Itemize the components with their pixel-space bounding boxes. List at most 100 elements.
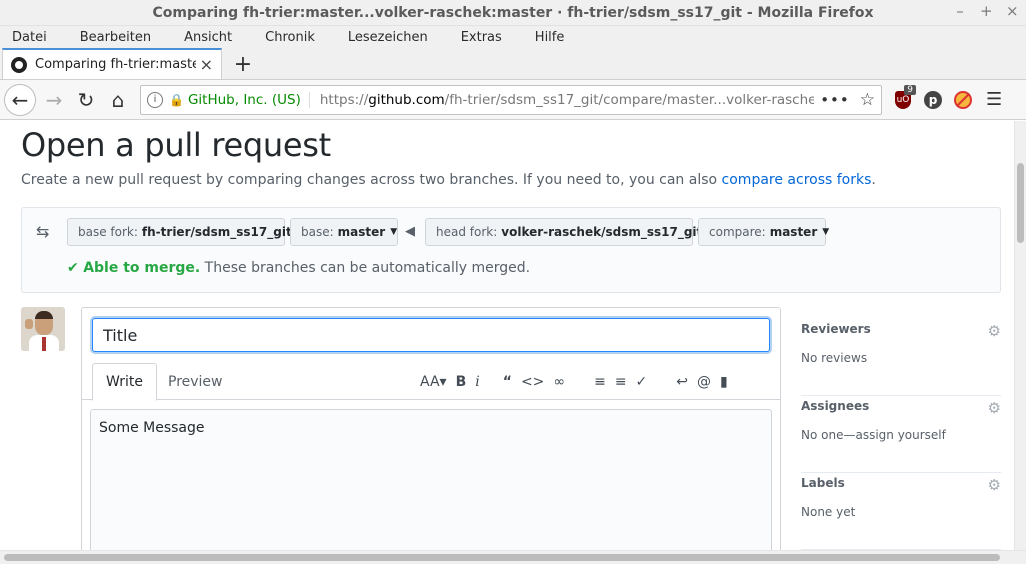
reply-icon[interactable]: ↩: [676, 374, 688, 390]
avatar-hand: [25, 319, 33, 329]
forward-button[interactable]: →: [38, 84, 70, 116]
ordered-list-icon[interactable]: ≡: [615, 374, 627, 390]
close-window-button[interactable]: ×: [1006, 2, 1019, 20]
compare-label: compare:: [709, 225, 766, 239]
base-fork-label: base fork:: [78, 225, 138, 239]
tab-strip: Comparing fh-trier:master... × +: [0, 48, 1026, 80]
head-fork-select[interactable]: head fork:volker-raschek/sdsm_ss17_git▼: [425, 218, 714, 246]
url-prefix: https://: [319, 91, 369, 108]
base-fork-select[interactable]: base fork:fh-trier/sdsm_ss17_git▼: [67, 218, 304, 246]
ublock-badge: 9: [904, 84, 916, 95]
code-icon[interactable]: <>: [521, 374, 544, 390]
menu-chronik[interactable]: Chronik: [259, 30, 321, 45]
title-input[interactable]: [92, 318, 770, 352]
hamburger-menu-icon[interactable]: ☰: [986, 89, 1002, 110]
bold-icon[interactable]: B: [456, 374, 467, 390]
bookmark-icon[interactable]: ▮: [720, 374, 728, 390]
assignees-value[interactable]: No one—assign yourself: [801, 428, 946, 442]
compare-branch-select[interactable]: compare: master ▼: [698, 218, 830, 246]
minimize-button[interactable]: –: [954, 2, 966, 20]
vertical-scrollbar[interactable]: [1014, 121, 1026, 550]
caret-down-icon: ▼: [822, 227, 830, 237]
home-button[interactable]: ⌂: [102, 84, 134, 116]
task-list-icon[interactable]: ✓: [636, 374, 648, 390]
horizontal-scroll-thumb[interactable]: [4, 554, 1000, 561]
compare-across-forks-link[interactable]: compare across forks: [722, 172, 872, 188]
reload-button[interactable]: ↻: [70, 84, 102, 116]
message-textarea[interactable]: Some Message: [90, 409, 772, 550]
assignees-header[interactable]: Assignees: [801, 399, 869, 413]
horizontal-scrollbar[interactable]: [0, 550, 1026, 564]
ublock-extension[interactable]: uO 9: [888, 84, 918, 115]
vertical-scroll-thumb[interactable]: [1017, 163, 1024, 243]
avatar-hair: [35, 311, 53, 319]
github-icon: [11, 56, 27, 73]
address-bar[interactable]: i 🔒 GitHub, Inc. (US) https://github.com…: [140, 84, 882, 115]
check-icon: ✔: [67, 260, 79, 276]
merge-description: These branches can be automatically merg…: [200, 260, 531, 276]
italic-icon[interactable]: i: [475, 374, 479, 390]
base-value: master: [337, 225, 386, 239]
pr-sidebar: Reviewers ⚙ No reviews Assignees ⚙ No on…: [801, 319, 1001, 550]
link-icon[interactable]: ∞: [553, 374, 565, 390]
back-button[interactable]: ←: [4, 83, 36, 116]
arrow-left-icon: ◀: [405, 224, 415, 239]
git-compare-icon: ⇆: [36, 222, 50, 241]
merge-status: ✔ Able to merge. These branches can be a…: [67, 260, 530, 276]
pocket-extension[interactable]: p: [918, 85, 948, 115]
url-text[interactable]: https://github.com/fh-trier/sdsm_ss17_gi…: [320, 92, 814, 108]
noscript-icon: [954, 90, 972, 109]
window-controls: – + ×: [954, 2, 1018, 20]
url-domain: github.com: [368, 91, 445, 108]
maximize-button[interactable]: +: [980, 2, 993, 20]
menu-lesezeichen[interactable]: Lesezeichen: [342, 30, 434, 45]
range-editor: ⇆ base fork:fh-trier/sdsm_ss17_git▼ base…: [21, 207, 1001, 293]
pull-request-form: Write Preview AA▾ B i “ <> ∞ ≡ ≡ ✓ ↩ @ ▮…: [81, 307, 781, 550]
head-fork-value: volker-raschek/sdsm_ss17_git: [501, 225, 703, 239]
avatar[interactable]: [21, 307, 65, 351]
labels-value: None yet: [801, 505, 856, 519]
lock-icon: 🔒: [169, 92, 184, 107]
page-subtitle: Create a new pull request by comparing c…: [21, 172, 876, 188]
site-identity[interactable]: GitHub, Inc. (US): [188, 91, 310, 108]
reviewers-value: No reviews: [801, 351, 868, 365]
pocket-icon: p: [924, 90, 942, 109]
base-label: base:: [301, 225, 334, 239]
sidebar-assignees: Assignees ⚙ No one—assign yourself: [801, 396, 1001, 473]
close-tab-icon[interactable]: ×: [200, 55, 213, 74]
page-actions-icon[interactable]: •••: [820, 91, 850, 109]
noscript-extension[interactable]: [948, 85, 978, 115]
base-branch-select[interactable]: base: master ▼: [290, 218, 398, 246]
url-path: /fh-trier/sdsm_ss17_git/compare/master..…: [444, 91, 815, 108]
sidebar-labels: Labels ⚙ None yet: [801, 473, 1001, 550]
compare-value: master: [769, 225, 818, 239]
labels-header[interactable]: Labels: [801, 476, 845, 490]
tab-preview[interactable]: Preview: [168, 363, 223, 400]
bookmark-star-icon[interactable]: ☆: [860, 90, 875, 110]
window-titlebar: Comparing fh-trier:master...volker-rasch…: [0, 0, 1026, 26]
gear-icon[interactable]: ⚙: [988, 322, 1001, 340]
browser-tab[interactable]: Comparing fh-trier:master... ×: [2, 48, 222, 79]
tab-title: Comparing fh-trier:master...: [35, 57, 196, 72]
reviewers-header[interactable]: Reviewers: [801, 322, 871, 336]
menu-datei[interactable]: Datei: [6, 30, 53, 45]
mention-icon[interactable]: @: [697, 374, 711, 390]
unordered-list-icon[interactable]: ≡: [594, 374, 606, 390]
new-tab-button[interactable]: +: [228, 49, 258, 79]
head-fork-label: head fork:: [436, 225, 498, 239]
gear-icon[interactable]: ⚙: [988, 476, 1001, 494]
menu-bearbeiten[interactable]: Bearbeiten: [74, 30, 157, 45]
sidebar-reviewers: Reviewers ⚙ No reviews: [801, 319, 1001, 396]
navigation-bar: ← → ↻ ⌂ i 🔒 GitHub, Inc. (US) https://gi…: [0, 80, 1026, 120]
page-content: Open a pull request Create a new pull re…: [0, 121, 1014, 550]
menu-extras[interactable]: Extras: [455, 30, 508, 45]
gear-icon[interactable]: ⚙: [988, 399, 1001, 417]
menu-ansicht[interactable]: Ansicht: [178, 30, 238, 45]
tab-write[interactable]: Write: [92, 363, 157, 401]
base-fork-value: fh-trier/sdsm_ss17_git: [141, 225, 292, 239]
info-icon[interactable]: i: [147, 91, 163, 108]
menu-hilfe[interactable]: Hilfe: [529, 30, 571, 45]
quote-icon[interactable]: “: [503, 374, 512, 390]
avatar-tie: [42, 337, 46, 351]
text-size-icon[interactable]: AA▾: [420, 374, 447, 390]
